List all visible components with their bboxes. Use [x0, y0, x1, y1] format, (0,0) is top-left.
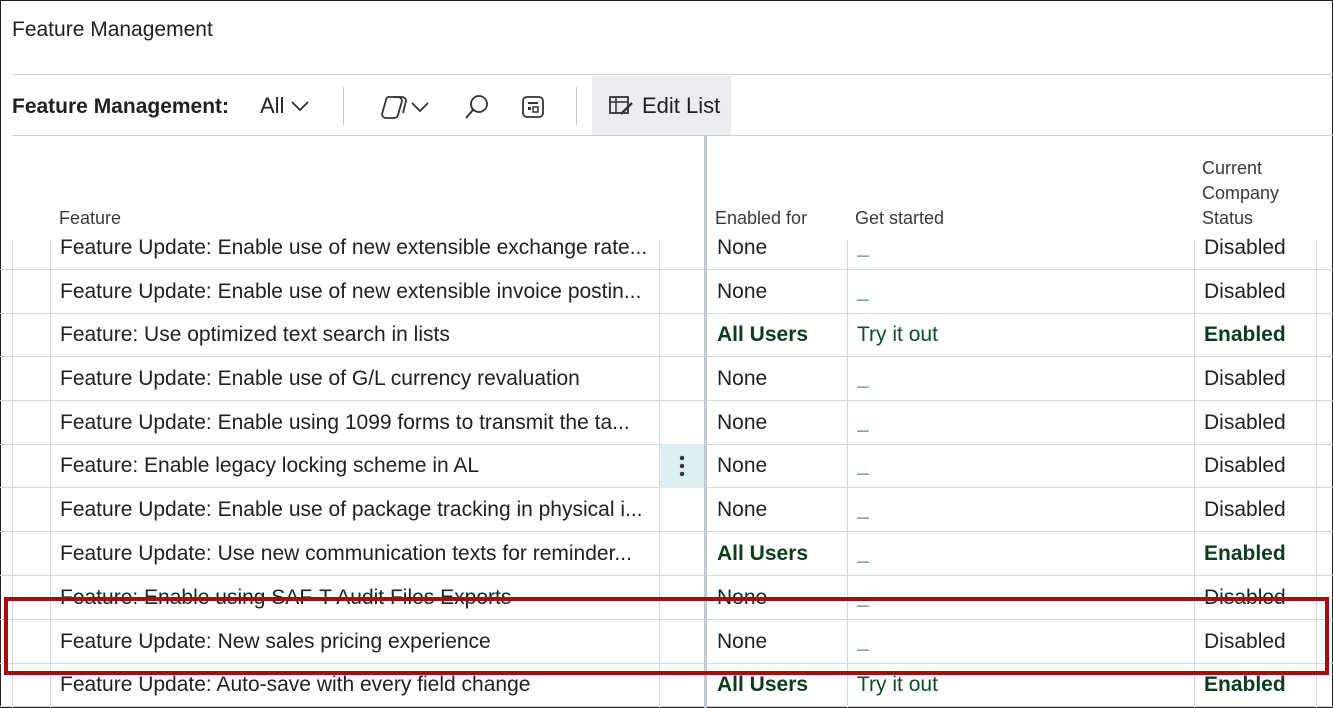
get-started-cell[interactable]: _	[857, 401, 1187, 445]
feature-cell[interactable]: Feature: Enable using SAF-T Audit Files …	[60, 576, 656, 620]
toolbar-divider	[576, 87, 577, 125]
chevron-down-icon	[291, 101, 310, 112]
column-header-status-line: Current	[1202, 158, 1263, 178]
status-cell: Disabled	[1204, 411, 1286, 434]
status-cell: Disabled	[1204, 586, 1286, 609]
status-cell: Disabled	[1204, 630, 1286, 653]
try-it-out-link[interactable]: Try it out	[857, 313, 1187, 357]
get-started-cell[interactable]: _	[857, 357, 1187, 401]
edit-list-label: Edit List	[642, 92, 721, 118]
enabled-for-cell[interactable]: None	[717, 270, 845, 314]
status-cell: Enabled	[1204, 542, 1286, 565]
toolbar-divider	[343, 87, 344, 125]
enabled-for-cell[interactable]: All Users	[717, 532, 845, 576]
row-actions-button[interactable]	[660, 444, 704, 488]
column-header-status[interactable]: Current Company Status	[1202, 156, 1279, 231]
table-row[interactable]: Feature: Enable using SAF-T Audit Files …	[0, 576, 1333, 620]
feature-cell[interactable]: Feature: Use optimized text search in li…	[60, 313, 656, 357]
chevron-down-icon	[411, 102, 429, 113]
status-cell: Disabled	[1204, 367, 1286, 390]
filter-pane-icon	[522, 96, 544, 118]
search-icon	[465, 95, 488, 119]
table-row[interactable]: Feature Update: Enable use of package tr…	[0, 488, 1333, 532]
status-cell: Disabled	[1204, 280, 1286, 303]
enabled-for-cell[interactable]: None	[717, 444, 845, 488]
feature-cell[interactable]: Feature Update: Use new communication te…	[60, 532, 656, 576]
feature-cell[interactable]: Feature: Enable legacy locking scheme in…	[60, 444, 656, 488]
table-row[interactable]: Feature Update: Enable use of new extens…	[0, 270, 1333, 314]
get-started-cell[interactable]: _	[857, 488, 1187, 532]
table-row[interactable]: Feature Update: Enable use of new extens…	[0, 226, 1333, 270]
copilot-button[interactable]	[376, 90, 434, 124]
feature-cell[interactable]: Feature Update: Enable use of new extens…	[60, 270, 656, 314]
list-caption: Feature Management:	[12, 95, 230, 118]
column-header-status-line: Company	[1202, 183, 1280, 203]
frozen-column-divider	[704, 136, 707, 708]
title-divider	[12, 74, 1333, 75]
toolbar-divider-bottom	[12, 135, 1333, 136]
get-started-cell[interactable]: _	[857, 270, 1187, 314]
view-selector-label: All	[260, 93, 285, 118]
edit-list-icon	[609, 95, 633, 115]
status-cell: Disabled	[1204, 236, 1286, 259]
get-started-cell[interactable]: _	[857, 532, 1187, 576]
status-cell: Enabled	[1204, 323, 1286, 346]
more-vertical-icon	[679, 455, 685, 477]
status-cell: Disabled	[1204, 454, 1286, 477]
status-cell: Disabled	[1204, 498, 1286, 521]
table-row[interactable]: Feature Update: Enable using 1099 forms …	[0, 401, 1333, 445]
get-started-cell[interactable]: _	[857, 444, 1187, 488]
page-title: Feature Management	[12, 18, 213, 41]
status-cell: Enabled	[1204, 673, 1286, 696]
enabled-for-cell[interactable]: None	[717, 357, 845, 401]
enabled-for-cell[interactable]: None	[717, 488, 845, 532]
enabled-for-cell[interactable]: None	[717, 401, 845, 445]
feature-cell[interactable]: Feature Update: New sales pricing experi…	[60, 620, 656, 664]
get-started-cell[interactable]: _	[857, 620, 1187, 664]
enabled-for-cell[interactable]: None	[717, 620, 845, 664]
table-row[interactable]: Feature Update: Use new communication te…	[0, 532, 1333, 576]
table-row[interactable]: Feature: Use optimized text search in li…	[0, 313, 1333, 357]
feature-cell[interactable]: Feature Update: Enable use of package tr…	[60, 488, 656, 532]
table-row[interactable]: Feature Update: Enable use of G/L curren…	[0, 357, 1333, 401]
table-row[interactable]: Feature Update: New sales pricing experi…	[0, 620, 1333, 664]
search-button[interactable]	[460, 90, 494, 124]
feature-cell[interactable]: Feature Update: Enable use of new extens…	[60, 226, 656, 270]
filter-pane-button[interactable]	[516, 90, 550, 124]
table-row[interactable]: Feature Update: Auto-save with every fie…	[0, 663, 1333, 707]
enabled-for-cell[interactable]: None	[717, 226, 845, 270]
enabled-for-cell[interactable]: All Users	[717, 313, 845, 357]
feature-cell[interactable]: Feature Update: Auto-save with every fie…	[60, 663, 656, 707]
feature-cell[interactable]: Feature Update: Enable using 1099 forms …	[60, 401, 656, 445]
enabled-for-cell[interactable]: All Users	[717, 663, 845, 707]
try-it-out-link[interactable]: Try it out	[857, 663, 1187, 707]
copilot-icon	[381, 96, 407, 119]
get-started-cell[interactable]: _	[857, 226, 1187, 270]
feature-cell[interactable]: Feature Update: Enable use of G/L curren…	[60, 357, 656, 401]
edit-list-button[interactable]: Edit List	[592, 76, 731, 135]
view-selector[interactable]: All	[260, 93, 310, 119]
enabled-for-cell[interactable]: None	[717, 576, 845, 620]
get-started-cell[interactable]: _	[857, 576, 1187, 620]
